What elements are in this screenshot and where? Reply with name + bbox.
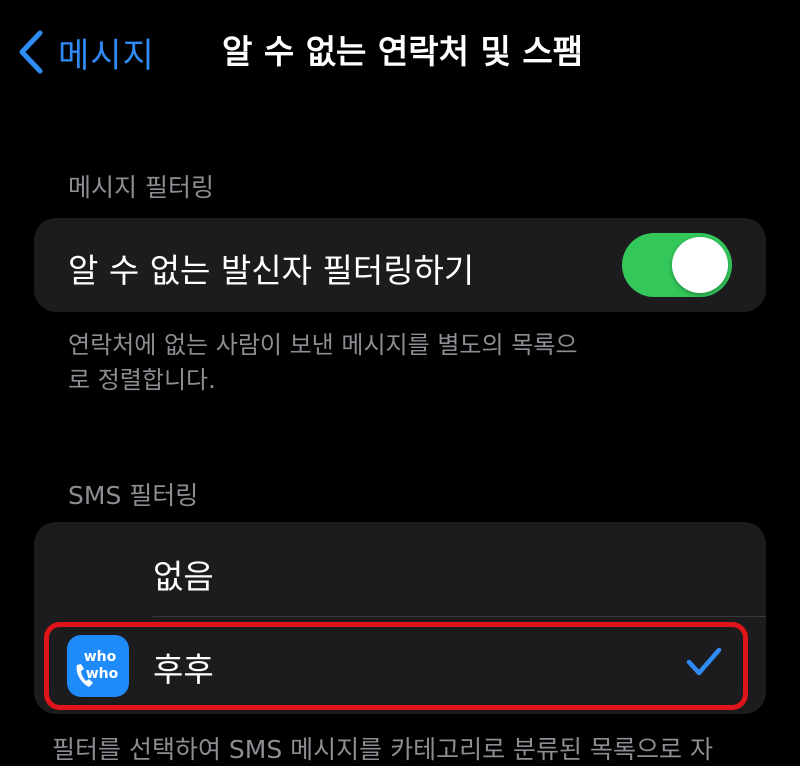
toggle-knob: [672, 237, 728, 293]
section-header-sms-filtering: SMS 필터링: [68, 481, 199, 510]
chevron-left-icon: [19, 30, 43, 74]
sms-filtering-footer: 필터를 선택하여 SMS 메시지를 카테고리로 분류된 목록으로 자: [52, 735, 713, 764]
navigation-bar: 메시지 알 수 없는 연락처 및 스팸: [0, 0, 800, 100]
back-button-label: 메시지: [58, 35, 155, 76]
sms-filter-option-none[interactable]: 없음: [34, 522, 766, 617]
selection-highlight-outline: [44, 622, 748, 710]
section-header-message-filtering: 메시지 필터링: [68, 173, 214, 202]
page-title: 알 수 없는 연락처 및 스팸: [222, 32, 584, 71]
back-button[interactable]: 메시지: [18, 28, 155, 76]
message-filtering-footer: 연락처에 없는 사람이 보낸 메시지를 별도의 목록으로 정렬합니다.: [68, 331, 578, 394]
filter-unknown-senders-label: 알 수 없는 발신자 필터링하기: [68, 251, 475, 290]
sms-filter-option-label: 없음: [153, 557, 214, 596]
message-filtering-group: 알 수 없는 발신자 필터링하기: [34, 218, 766, 312]
filter-unknown-senders-toggle[interactable]: [622, 233, 732, 297]
